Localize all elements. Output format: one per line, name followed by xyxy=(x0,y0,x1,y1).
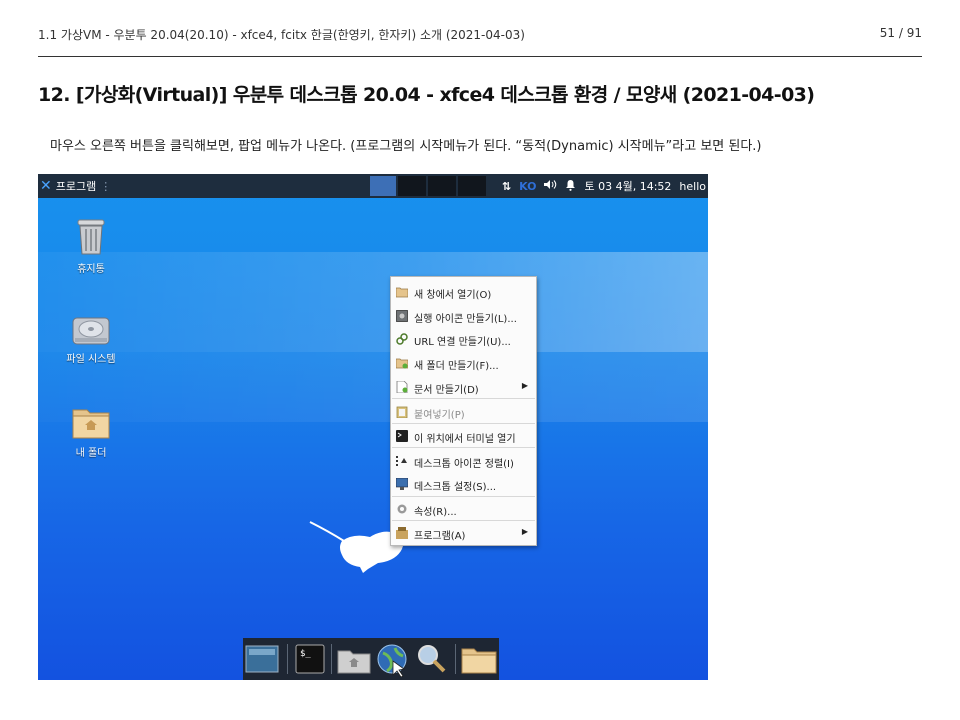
top-panel: ✕ 프로그램 ⋮ ⇅ KO 토 03 4월, 14:52 hello xyxy=(38,174,708,198)
volume-icon[interactable] xyxy=(544,179,557,193)
menu-item-label: 붙여넣기(P) xyxy=(414,410,465,421)
menu-separator xyxy=(392,423,535,424)
menu-item-label: 실행 아이콘 만들기(L)... xyxy=(414,314,517,325)
menu-item-label: 프로그램(A) xyxy=(414,531,466,542)
menu-separator xyxy=(392,398,535,399)
menu-separator xyxy=(392,496,535,497)
home-folder-icon xyxy=(72,409,110,439)
bottom-dock: $_ xyxy=(243,638,499,680)
xfce-logo-icon: ✕ xyxy=(40,178,52,194)
desktop-icon-trash[interactable]: 휴지통 xyxy=(46,218,136,275)
home-folder-icon[interactable] xyxy=(337,643,371,675)
dock-separator xyxy=(455,644,456,674)
applications-icon xyxy=(396,527,408,539)
applications-menu-button[interactable]: ✕ 프로그램 ⋮ xyxy=(38,174,111,198)
trash-icon xyxy=(77,219,105,255)
folder-new-icon xyxy=(396,358,408,369)
svg-text:$_: $_ xyxy=(300,649,311,659)
desktop-context-menu: 새 창에서 열기(O) 실행 아이콘 만들기(L)... URL 연결 만들기(… xyxy=(390,276,537,546)
menu-item-create-url-link[interactable]: URL 연결 만들기(U)... xyxy=(391,328,536,350)
header-divider xyxy=(38,56,922,57)
dock-separator xyxy=(287,644,288,674)
description-text: 마우스 오른쪽 버튼을 클릭해보면, 팝업 메뉴가 나온다. (프로그램의 시작… xyxy=(50,139,762,154)
drive-icon xyxy=(72,317,110,345)
menu-item-label: URL 연결 만들기(U)... xyxy=(414,337,511,348)
notification-bell-icon[interactable] xyxy=(565,179,576,194)
desktop-icon-label: 파일 시스템 xyxy=(66,354,116,365)
menu-separator xyxy=(392,520,535,521)
system-tray: ⇅ KO 토 03 4월, 14:52 hello xyxy=(502,174,706,198)
page-number: 51 / 91 xyxy=(879,26,922,40)
link-icon xyxy=(396,333,408,345)
menu-item-paste[interactable]: 붙여넣기(P) xyxy=(391,401,536,423)
menu-item-label: 문서 만들기(D) xyxy=(414,385,479,396)
input-method-indicator[interactable]: KO xyxy=(519,180,536,193)
menu-separator xyxy=(392,447,535,448)
terminal-icon xyxy=(396,430,408,442)
submenu-arrow-icon: ▶ xyxy=(521,527,528,536)
menu-item-label: 새 창에서 열기(O) xyxy=(414,290,492,301)
menu-item-desktop-settings[interactable]: 데스크톱 설정(S)... xyxy=(391,473,536,495)
menu-item-properties[interactable]: 속성(R)... xyxy=(391,498,536,520)
gear-icon xyxy=(397,504,407,514)
submenu-arrow-icon: ▶ xyxy=(521,381,528,390)
folder-open-icon xyxy=(396,287,408,298)
web-browser-icon[interactable] xyxy=(375,643,409,677)
desktop-icon-home[interactable]: 내 폴더 xyxy=(46,404,136,459)
workspace-2[interactable] xyxy=(398,176,426,196)
menu-item-create-document[interactable]: 문서 만들기(D) ▶ xyxy=(391,376,536,398)
panel-handle-icon: ⋮ xyxy=(100,179,112,193)
search-icon[interactable] xyxy=(415,643,449,675)
paste-icon xyxy=(396,406,408,418)
menu-item-label: 이 위치에서 터미널 열기 xyxy=(414,434,516,445)
desktop-icon-label: 휴지통 xyxy=(77,264,105,275)
menu-item-label: 새 폴더 만들기(F)... xyxy=(414,361,499,372)
desktop-screenshot: ✕ 프로그램 ⋮ ⇅ KO 토 03 4월, 14:52 hello 휴지통 파… xyxy=(38,174,708,680)
clock[interactable]: 토 03 4월, 14:52 xyxy=(584,178,671,194)
menu-item-label: 데스크톱 설정(S)... xyxy=(414,482,497,493)
menu-item-open-terminal[interactable]: 이 위치에서 터미널 열기 xyxy=(391,425,536,447)
sort-icon xyxy=(396,456,407,466)
menu-item-label: 데스크톱 아이콘 정렬(I) xyxy=(414,459,514,470)
show-desktop-icon[interactable] xyxy=(245,643,279,675)
document-header: 1.1 가상VM - 우분투 20.04(20.10) - xfce4, fci… xyxy=(38,26,922,44)
desktop-icon-label: 내 폴더 xyxy=(75,448,107,459)
desktop-icon-filesystem[interactable]: 파일 시스템 xyxy=(46,312,136,365)
menu-item-create-launcher[interactable]: 실행 아이콘 만들기(L)... xyxy=(391,305,536,327)
header-title: 1.1 가상VM - 우분투 20.04(20.10) - xfce4, fci… xyxy=(38,28,525,42)
menu-item-open-new-window[interactable]: 새 창에서 열기(O) xyxy=(391,281,536,303)
monitor-icon xyxy=(396,478,408,490)
menu-item-create-folder[interactable]: 새 폴더 만들기(F)... xyxy=(391,352,536,374)
document-new-icon xyxy=(396,381,408,393)
workspace-1[interactable] xyxy=(370,176,396,196)
terminal-icon[interactable]: $_ xyxy=(295,643,325,675)
section-title: 12. [가상화(Virtual)] 우분투 데스크톱 20.04 - xfce… xyxy=(38,84,815,106)
wallpaper-highlight xyxy=(38,252,708,352)
menu-item-applications[interactable]: 프로그램(A) ▶ xyxy=(391,522,536,544)
workspace-3[interactable] xyxy=(428,176,456,196)
wallpaper-highlight-lower xyxy=(38,352,708,422)
workspace-4[interactable] xyxy=(458,176,486,196)
folder-icon[interactable] xyxy=(461,643,497,675)
applications-menu-label: 프로그램 xyxy=(55,180,97,193)
network-icon[interactable]: ⇅ xyxy=(502,180,511,193)
launcher-icon xyxy=(396,310,408,322)
menu-item-arrange-icons[interactable]: 데스크톱 아이콘 정렬(I) xyxy=(391,450,536,472)
menu-item-label: 속성(R)... xyxy=(414,507,457,518)
dock-separator xyxy=(331,644,332,674)
user-name[interactable]: hello xyxy=(679,180,706,193)
